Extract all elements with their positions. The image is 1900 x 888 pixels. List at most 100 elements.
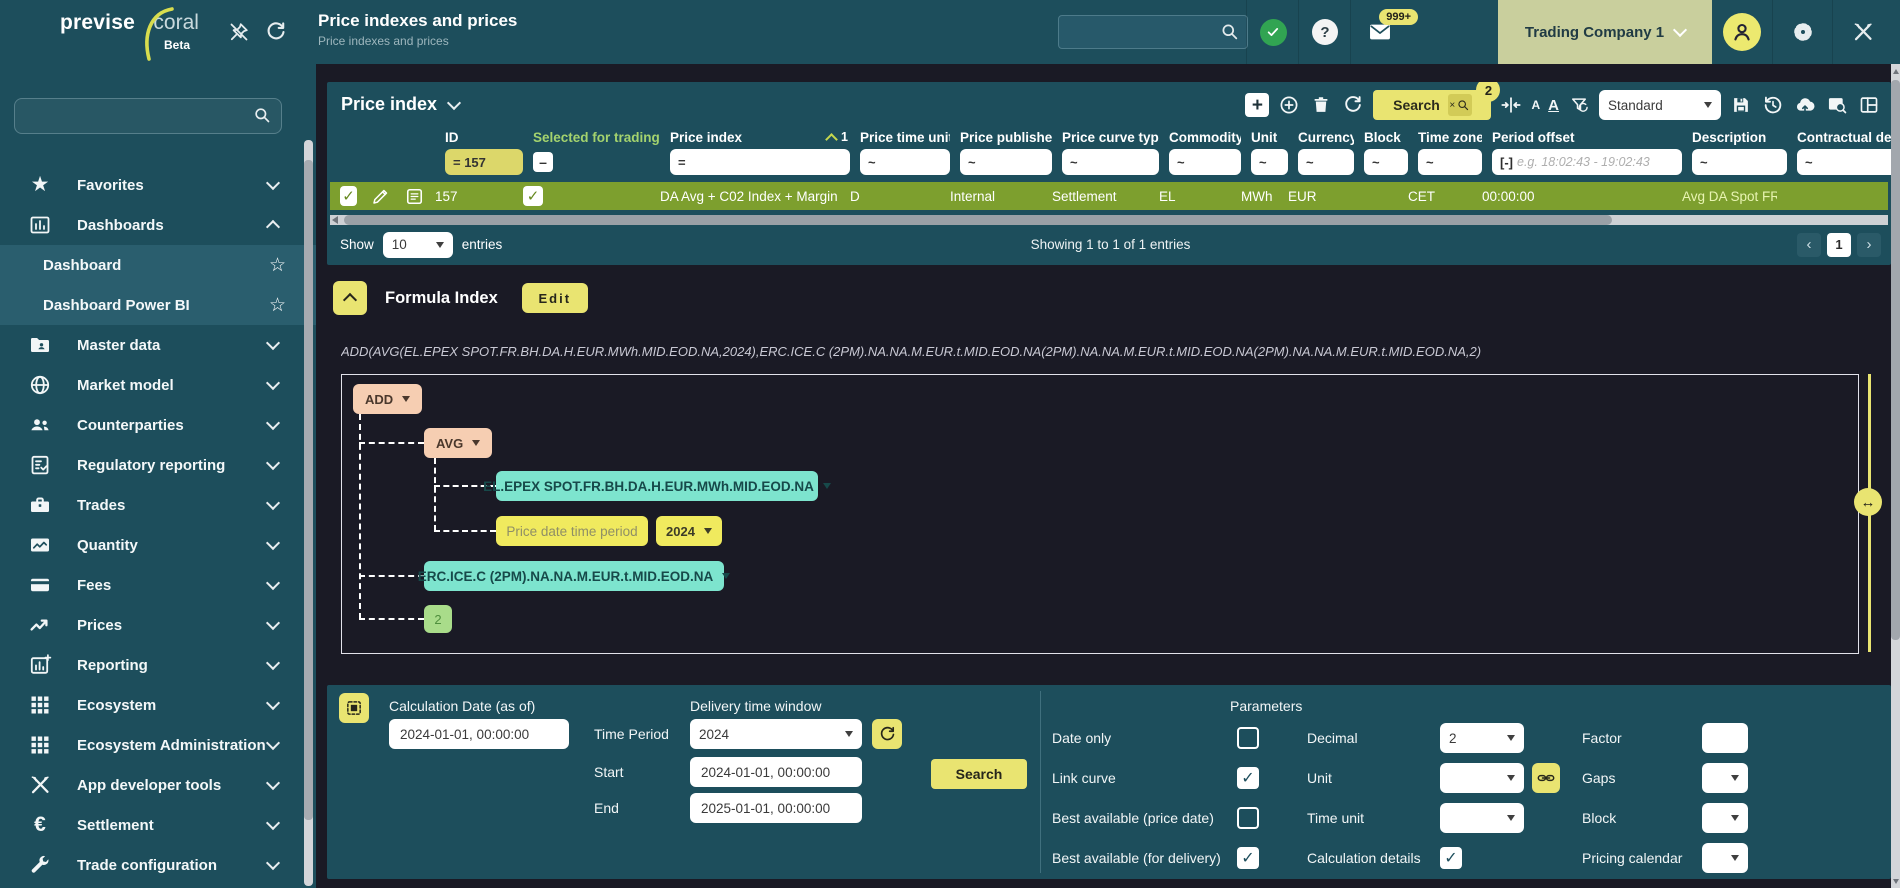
sidebar-item-regulatory-reporting[interactable]: Regulatory reporting: [0, 445, 316, 485]
filter-input[interactable]: ~: [960, 149, 1052, 175]
column-header-description[interactable]: Description: [1692, 128, 1787, 146]
selected-filter-toggle[interactable]: –: [533, 152, 553, 172]
layout-toggle-button[interactable]: [339, 693, 369, 723]
search-clear-icon[interactable]: ×: [1448, 94, 1472, 116]
column-header-currency[interactable]: Currency: [1298, 128, 1354, 146]
sidebar-subitem-dashboard-power-bi[interactable]: Dashboard Power BI☆: [0, 285, 316, 325]
column-header-contractual-descript[interactable]: Contractual descript: [1797, 128, 1891, 146]
settings-cell[interactable]: [1772, 0, 1833, 64]
param-checkbox-date-only[interactable]: [1237, 727, 1259, 749]
sidebar-item-counterparties[interactable]: Counterparties: [0, 405, 316, 445]
sidebar-item-trades[interactable]: Trades: [0, 485, 316, 525]
id-filter-input[interactable]: = 157: [445, 149, 523, 175]
save-view-button[interactable]: [1729, 93, 1753, 117]
sidebar-scrollbar[interactable]: [304, 140, 313, 886]
collapse-section-button[interactable]: [333, 281, 367, 315]
filter-input[interactable]: ~: [1062, 149, 1159, 175]
add-button[interactable]: +: [1245, 93, 1269, 117]
panel-resize-handle[interactable]: ↔: [1854, 488, 1882, 516]
sidebar-search-input[interactable]: [14, 98, 282, 134]
column-header-time-zone[interactable]: Time zone: [1418, 128, 1482, 146]
formula-node-param-value[interactable]: 2024: [656, 516, 722, 546]
sidebar-item-fees[interactable]: Fees: [0, 565, 316, 605]
collapse-columns-button[interactable]: [1499, 93, 1523, 117]
column-header-price-publisher[interactable]: Price publisher: [960, 128, 1052, 146]
status-ok-cell[interactable]: [1246, 0, 1299, 64]
sidebar-item-ecosystem-administration[interactable]: Ecosystem Administration: [0, 725, 316, 765]
refresh-period-button[interactable]: [872, 719, 902, 749]
app-logo[interactable]: previse coral Beta: [60, 11, 199, 57]
sidebar-item-dashboards[interactable]: Dashboards: [0, 205, 316, 245]
page-refresh-icon[interactable]: [264, 20, 288, 44]
sidebar-item-favorites[interactable]: ★Favorites: [0, 165, 316, 205]
view-select[interactable]: Standard: [1599, 90, 1721, 120]
period-filter-input[interactable]: [-]e.g. 18:02:43 - 19:02:43: [1492, 149, 1682, 175]
customize-cell[interactable]: [1832, 0, 1893, 64]
table-row[interactable]: ✓157✓DA Avg + C02 Index + MarginDInterna…: [330, 182, 1888, 210]
filter-input[interactable]: ~: [1692, 149, 1787, 175]
param-select-decimal[interactable]: 2: [1440, 723, 1524, 753]
unpin-icon[interactable]: [227, 20, 251, 44]
link-curve-button[interactable]: [1532, 763, 1560, 793]
search-button[interactable]: Search: [931, 759, 1027, 789]
notifications-cell[interactable]: 999+: [1350, 0, 1411, 64]
column-header-selected-for-trading[interactable]: Selected for trading: [533, 128, 660, 146]
sidebar-item-ecosystem[interactable]: Ecosystem: [0, 685, 316, 725]
filter-input[interactable]: ~: [860, 149, 950, 175]
sidebar-item-master-data[interactable]: Master data: [0, 325, 316, 365]
font-increase-button[interactable]: A: [1548, 97, 1559, 114]
param-checkbox-link-curve[interactable]: ✓: [1237, 767, 1259, 789]
param-select-block[interactable]: [1702, 803, 1748, 833]
column-header-price-time-unit[interactable]: Price time unit: [860, 128, 950, 146]
table-horizontal-scrollbar[interactable]: [330, 215, 1888, 225]
sidebar-item-market-model[interactable]: Market model: [0, 365, 316, 405]
formula-node-constant[interactable]: 2: [424, 605, 452, 633]
edit-button[interactable]: Edit: [522, 283, 588, 313]
start-date-input[interactable]: 2024-01-01, 00:00:00: [690, 757, 862, 787]
current-page-button[interactable]: 1: [1827, 233, 1851, 257]
sidebar-item-reporting[interactable]: Reporting: [0, 645, 316, 685]
time-period-select[interactable]: 2024: [690, 719, 862, 749]
user-avatar-cell[interactable]: [1712, 0, 1772, 64]
param-checkbox-best-available-for-delivery[interactable]: ✓: [1237, 847, 1259, 869]
formula-node-series1[interactable]: EL.EPEX SPOT.FR.BH.DA.H.EUR.MWh.MID.EOD.…: [496, 471, 818, 501]
edit-row-icon[interactable]: [370, 186, 391, 207]
price-index-title[interactable]: Price index: [341, 94, 459, 115]
formula-node-operator[interactable]: ADD: [353, 384, 422, 414]
page-size-select[interactable]: 10: [383, 232, 453, 258]
search-in-table-button[interactable]: [1825, 93, 1849, 117]
formula-node-function[interactable]: AVG: [424, 428, 492, 458]
layout-columns-button[interactable]: [1857, 93, 1881, 117]
favorite-star-icon[interactable]: ☆: [269, 294, 286, 317]
param-select-gaps[interactable]: [1702, 763, 1748, 793]
global-search-input[interactable]: [1058, 15, 1248, 49]
param-checkbox-best-available-price-date[interactable]: [1237, 807, 1259, 829]
column-header-commodity[interactable]: Commodity: [1169, 128, 1241, 146]
column-header-block[interactable]: Block: [1364, 128, 1408, 146]
param-select-time-unit[interactable]: [1440, 803, 1524, 833]
favorite-star-icon[interactable]: ☆: [269, 254, 286, 277]
row-select-checkbox[interactable]: ✓: [340, 186, 357, 206]
filter-input[interactable]: ~: [1364, 149, 1408, 175]
table-search-button[interactable]: Search×2: [1373, 90, 1491, 120]
sidebar-item-app-developer-tools[interactable]: App developer tools: [0, 765, 316, 805]
column-header-unit[interactable]: Unit: [1251, 128, 1288, 146]
column-header-price-curve-type[interactable]: Price curve type: [1062, 128, 1159, 146]
reload-button[interactable]: [1341, 93, 1365, 117]
column-header-id[interactable]: ID: [445, 128, 523, 146]
param-checkbox-calculation-details[interactable]: ✓: [1440, 847, 1462, 869]
reset-filters-button[interactable]: [1567, 93, 1591, 117]
filter-input[interactable]: ~: [1418, 149, 1482, 175]
column-header-price-index[interactable]: Price index1: [670, 128, 850, 146]
filter-input[interactable]: ~: [1797, 149, 1891, 175]
filter-input[interactable]: ~: [1298, 149, 1354, 175]
help-cell[interactable]: ?: [1298, 0, 1351, 64]
sidebar-item-quantity[interactable]: Quantity: [0, 525, 316, 565]
sidebar-item-prices[interactable]: Prices: [0, 605, 316, 645]
filter-input[interactable]: ~: [1251, 149, 1288, 175]
sidebar-item-settlement[interactable]: €Settlement: [0, 805, 316, 845]
next-page-button[interactable]: ›: [1857, 233, 1881, 257]
filter-input[interactable]: =: [670, 149, 850, 175]
upload-button[interactable]: [1793, 93, 1817, 117]
trading-selected-checkbox[interactable]: ✓: [523, 186, 543, 206]
